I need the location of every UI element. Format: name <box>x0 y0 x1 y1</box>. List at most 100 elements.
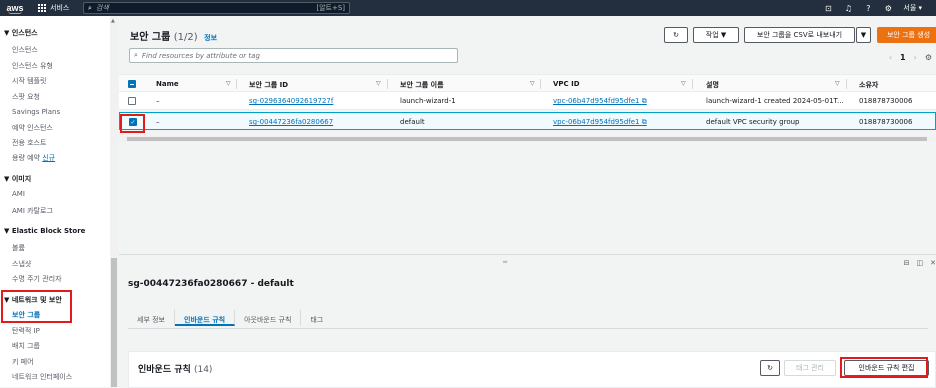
tab-details[interactable]: 세부 정보 <box>128 310 175 326</box>
selection-count: (1/2) <box>173 32 198 43</box>
cell-description: launch-wizard-1 created 2024-05-01T... <box>706 97 844 105</box>
column-divider[interactable] <box>236 79 237 89</box>
page-number[interactable]: 1 <box>900 53 906 62</box>
sidebar-section-images[interactable]: ▼ 이미지 <box>4 174 31 184</box>
export-dropdown-button[interactable]: ▼ <box>856 27 871 43</box>
sidebar-item-network-interfaces[interactable]: 네트워크 인터페이스 <box>12 372 72 382</box>
sidebar-item-dedicated-hosts[interactable]: 전용 호스트 <box>12 138 46 148</box>
info-link[interactable]: 정보 <box>204 34 217 42</box>
sort-icon[interactable]: ▽ <box>376 80 381 87</box>
sidebar-item-elastic-ips[interactable]: 탄력적 IP <box>12 326 40 336</box>
column-divider[interactable] <box>387 79 388 89</box>
cell-description: default VPC security group <box>706 118 800 126</box>
pagination: ‹ 1 › ⚙ <box>889 53 932 62</box>
services-menu[interactable]: 서비스 <box>38 3 69 13</box>
bell-icon[interactable]: ♫ <box>843 4 853 13</box>
actions-button[interactable]: 작업 ▼ <box>693 27 739 43</box>
settings-icon[interactable]: ⚙ <box>925 53 932 62</box>
scroll-up-icon[interactable]: ▲ <box>111 18 115 24</box>
sidebar-item-launch-templates[interactable]: 시작 템플릿 <box>12 76 46 86</box>
region-selector[interactable]: 서울 ▾ <box>903 3 922 13</box>
sidebar-item-instance-types[interactable]: 인스턴스 유형 <box>12 61 53 71</box>
caret-down-icon: ▼ <box>860 31 867 39</box>
column-header-sg-name[interactable]: 보안 그룹 이름 <box>400 80 444 90</box>
row-checkbox[interactable] <box>128 97 136 105</box>
create-security-group-button[interactable]: 보안 그룹 생성 <box>877 27 936 43</box>
help-icon[interactable]: ? <box>863 4 873 13</box>
tab-tags[interactable]: 태그 <box>301 310 332 326</box>
filter-input[interactable]: ⌕ Find resources by attribute or tag <box>129 48 458 63</box>
sidebar-item-ami-catalog[interactable]: AMI 카탈로그 <box>12 206 53 216</box>
page-title-text: 보안 그룹 <box>130 32 171 43</box>
sidebar-item-reserved-instances[interactable]: 예약 인스턴스 <box>12 123 53 133</box>
export-csv-button[interactable]: 보안 그룹을 CSV로 내보내기 <box>744 27 855 43</box>
table-row[interactable]: – sg-0296364092619727f launch-wizard-1 v… <box>119 92 936 110</box>
scrollbar-thumb[interactable] <box>127 137 927 141</box>
refresh-button[interactable]: ↻ <box>664 27 688 43</box>
cell-sg-id-link[interactable]: sg-00447236fa0280667 <box>249 118 333 126</box>
tab-outbound-rules[interactable]: 아웃바운드 규칙 <box>235 310 302 326</box>
sort-icon[interactable]: ▽ <box>835 80 840 87</box>
scrollbar-thumb[interactable] <box>111 258 117 387</box>
refresh-button[interactable]: ↻ <box>760 360 780 376</box>
main-content: 보안 그룹 (1/2) 정보 ↻ 작업 ▼ 보안 그룹을 CSV로 내보내기 ▼… <box>119 16 936 388</box>
sidebar-item-placement-groups[interactable]: 배치 그룹 <box>12 341 40 351</box>
sidebar-item-snapshots[interactable]: 스냅샷 <box>12 259 31 269</box>
inbound-rules-title-text: 인바운드 규칙 <box>138 365 191 375</box>
sidebar-item-ami[interactable]: AMI <box>12 190 25 198</box>
sidebar-item-volumes[interactable]: 볼륨 <box>12 243 25 253</box>
sidebar-section-instances[interactable]: ▼ 인스턴스 <box>4 28 38 38</box>
highlight-box-sidebar <box>1 290 72 323</box>
highlight-box-edit-button <box>840 357 928 378</box>
inbound-rules-title: 인바운드 규칙 (14) <box>138 362 212 375</box>
search-icon: ⌕ <box>88 3 92 12</box>
sort-icon[interactable]: ▽ <box>226 80 231 87</box>
cell-owner: 018878730006 <box>859 118 913 126</box>
cell-sg-id-link[interactable]: sg-0296364092619727f <box>249 97 333 105</box>
inbound-rules-panel: 인바운드 규칙 (14) ↻ 태그 관리 인바운드 규칙 편집 <box>128 351 936 388</box>
sidebar-item-lifecycle-manager[interactable]: 수명 주기 관리자 <box>12 274 62 284</box>
cell-vpc-id-link[interactable]: vpc-06b47d954fd95dfe1 ⧉ <box>553 118 647 127</box>
sidebar-item-spot-requests[interactable]: 스팟 요청 <box>12 92 40 102</box>
cell-owner: 018878730006 <box>859 97 913 105</box>
close-panel-icon[interactable]: ✕ <box>930 259 936 267</box>
gear-icon[interactable]: ⚙ <box>883 4 893 13</box>
table-row-selected[interactable]: ✓ – sg-00447236fa0280667 default vpc-06b… <box>119 112 936 130</box>
sidebar-item-key-pairs[interactable]: 키 페어 <box>12 357 34 367</box>
split-side-icon[interactable]: ◫ <box>917 259 924 267</box>
manage-tags-button[interactable]: 태그 관리 <box>784 360 836 376</box>
refresh-icon: ↻ <box>767 364 773 372</box>
sidebar-scrollbar[interactable]: ▲ <box>110 16 118 387</box>
split-bottom-icon[interactable]: ⊟ <box>904 259 910 267</box>
column-header-sg-id[interactable]: 보안 그룹 ID <box>249 80 288 90</box>
select-all-checkbox[interactable] <box>128 80 136 88</box>
column-divider[interactable] <box>846 79 847 89</box>
split-panel-resize-handle[interactable]: ═ <box>503 258 507 266</box>
grid-icon <box>38 4 46 12</box>
sidebar-item-instances[interactable]: 인스턴스 <box>12 45 38 55</box>
column-divider[interactable] <box>692 79 693 89</box>
search-input[interactable]: ⌕ 검색 [알트+S] <box>83 2 350 14</box>
column-header-name[interactable]: Name <box>156 80 179 88</box>
cloudshell-icon[interactable]: ⊡ <box>823 4 833 13</box>
inbound-rules-count: (14) <box>193 365 213 375</box>
refresh-icon: ↻ <box>673 31 679 39</box>
search-placeholder: 검색 <box>95 4 109 12</box>
table-horizontal-scrollbar[interactable] <box>119 136 936 142</box>
next-page-icon[interactable]: › <box>914 53 917 62</box>
cell-vpc-id-link[interactable]: vpc-06b47d954fd95dfe1 ⧉ <box>553 97 647 106</box>
sidebar-item-capacity-reservations[interactable]: 용량 예약 신규 <box>12 153 55 163</box>
column-header-vpc-id[interactable]: VPC ID <box>553 80 580 88</box>
column-divider[interactable] <box>540 79 541 89</box>
column-header-description[interactable]: 설명 <box>706 80 719 90</box>
sidebar-section-ebs[interactable]: ▼ Elastic Block Store <box>4 227 85 235</box>
prev-page-icon[interactable]: ‹ <box>889 53 892 62</box>
column-header-owner[interactable]: 소유자 <box>859 80 878 90</box>
tab-inbound-rules[interactable]: 인바운드 규칙 <box>175 310 236 326</box>
sort-icon[interactable]: ▽ <box>530 80 535 87</box>
sidebar-item-savings-plans[interactable]: Savings Plans <box>12 108 60 116</box>
aws-logo[interactable]: aws <box>0 0 30 16</box>
page-title: 보안 그룹 (1/2) 정보 <box>130 28 217 43</box>
sort-icon[interactable]: ▽ <box>681 80 686 87</box>
vpc-id-text: vpc-06b47d954fd95dfe1 <box>553 97 640 105</box>
